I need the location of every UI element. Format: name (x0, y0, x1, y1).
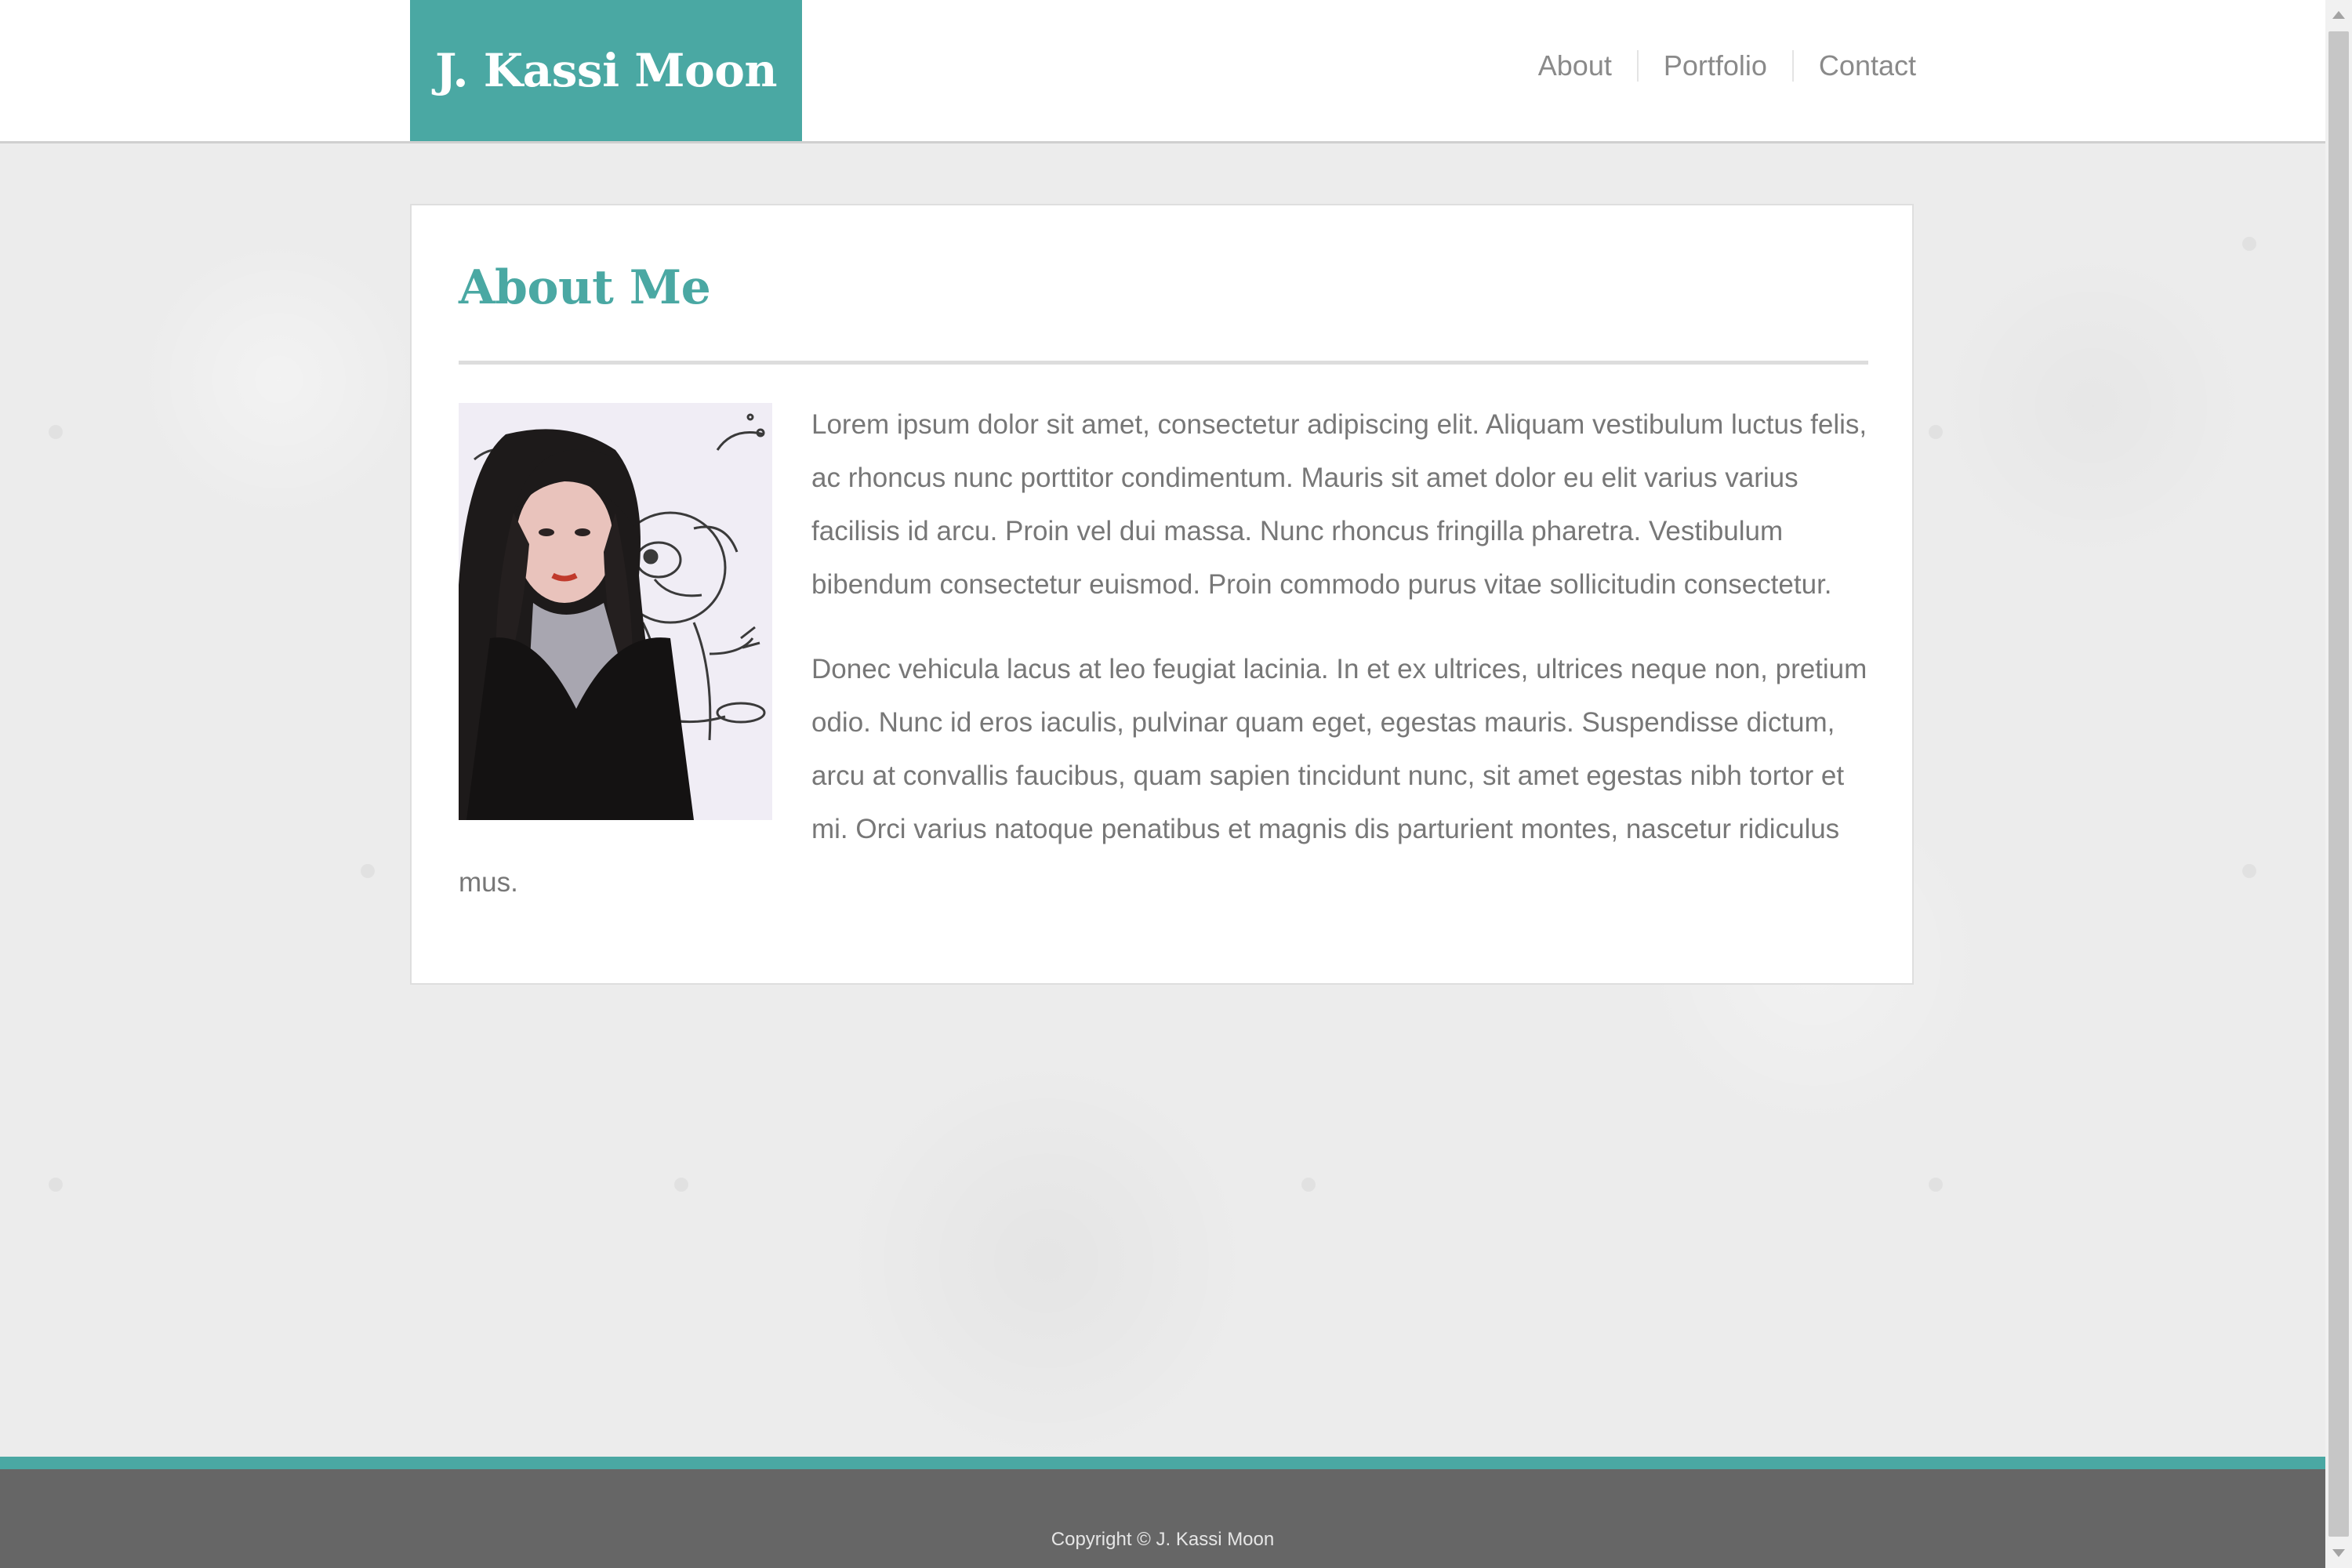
site-header: J. Kassi Moon About Portfolio Contact (0, 0, 2325, 143)
site-logo-link[interactable]: J. Kassi Moon (410, 0, 802, 141)
nav-link-portfolio[interactable]: Portfolio (1639, 49, 1792, 82)
about-content: Lorem ipsum dolor sit amet, consectetur … (459, 403, 1868, 941)
nav-link-contact[interactable]: Contact (1794, 49, 1916, 82)
nav-link-about[interactable]: About (1513, 49, 1637, 82)
portrait-photo-icon (459, 403, 772, 820)
page-scrollbar[interactable] (2325, 0, 2352, 1568)
site-footer (0, 1469, 2325, 1568)
portrait-photo (459, 403, 772, 820)
main-nav: About Portfolio Contact (1513, 0, 1916, 132)
copyright-text: Copyright © J. Kassi Moon (1051, 1529, 1275, 1550)
scroll-up-icon[interactable] (2332, 11, 2345, 19)
scrollbar-thumb[interactable] (2328, 31, 2349, 1537)
page-title: About Me (459, 260, 711, 315)
scroll-down-icon[interactable] (2332, 1549, 2345, 1557)
title-divider (459, 361, 1868, 365)
footer-accent-bar (0, 1457, 2325, 1469)
about-card: About Me Lorem ipsum dolor sit amet, con… (410, 204, 1914, 985)
